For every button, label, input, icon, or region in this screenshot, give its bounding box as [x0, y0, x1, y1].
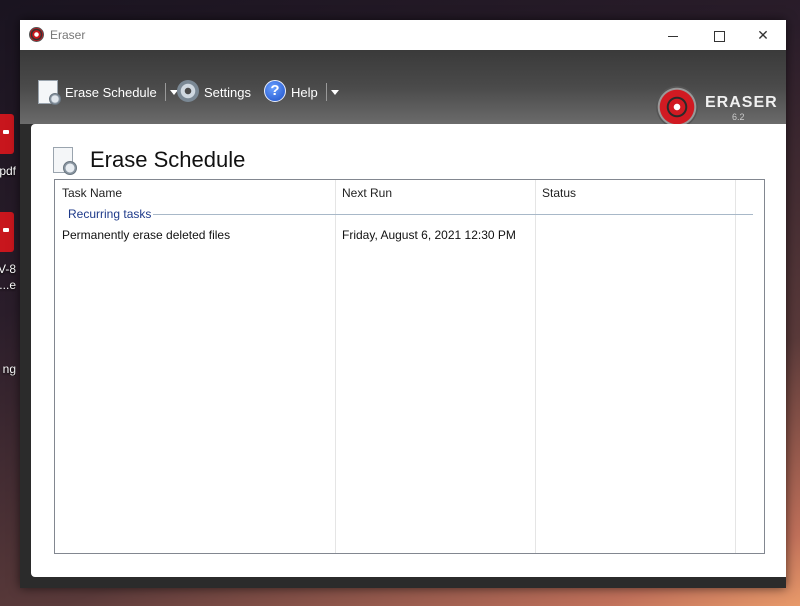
task-list[interactable]: Task Name Next Run Status Recurring task…	[54, 179, 765, 554]
task-name-cell[interactable]: Permanently erase deleted files	[55, 228, 230, 242]
main-content: Erase Schedule Task Name Next Run Status…	[31, 124, 786, 577]
column-divider[interactable]	[535, 180, 536, 553]
gear-icon-wrap	[177, 80, 201, 104]
desktop-app-icon[interactable]	[0, 212, 14, 252]
eraser-logo-icon	[656, 86, 698, 128]
column-header-task-name[interactable]: Task Name	[55, 180, 335, 206]
settings-label: Settings	[204, 84, 251, 100]
desktop-pdf-icon[interactable]	[0, 114, 14, 154]
next-run-cell[interactable]: Friday, August 6, 2021 12:30 PM	[335, 228, 516, 242]
help-icon: ?	[264, 80, 286, 102]
logo-name: ERASER	[705, 94, 778, 111]
window-title: Eraser	[50, 28, 86, 42]
group-header[interactable]: Recurring tasks	[68, 207, 151, 221]
title-bar[interactable]: Eraser ✕	[20, 20, 786, 50]
toolbar: Erase Schedule Settings ? Help ERASER 6.…	[20, 50, 786, 128]
erase-schedule-label: Erase Schedule	[65, 84, 157, 100]
schedule-page-icon	[53, 147, 77, 175]
help-label: Help	[291, 84, 318, 100]
desktop-label: pdf	[0, 164, 16, 178]
desktop-label: ng	[2, 362, 16, 376]
logo-version: 6.2	[732, 112, 745, 122]
toolbar-separator	[164, 83, 166, 101]
eraser-app-icon	[29, 27, 44, 42]
help-icon-wrap: ?	[264, 80, 288, 104]
schedule-icon-wrap	[38, 80, 62, 105]
settings-button[interactable]: Settings	[177, 80, 251, 104]
maximize-button[interactable]	[696, 20, 742, 50]
close-icon: ✕	[757, 27, 769, 43]
eraser-window: Eraser ✕ Erase Schedule Settings ? Help …	[20, 20, 786, 588]
minimize-icon	[668, 35, 678, 37]
erase-schedule-button[interactable]: Erase Schedule	[38, 80, 178, 105]
chevron-down-icon[interactable]	[330, 89, 339, 95]
gear-icon	[177, 80, 199, 102]
column-divider[interactable]	[735, 180, 736, 553]
toolbar-separator	[325, 83, 327, 101]
minimize-button[interactable]	[650, 20, 696, 50]
maximize-icon	[713, 30, 725, 42]
group-divider	[153, 214, 753, 215]
schedule-icon	[38, 80, 61, 105]
page-title: Erase Schedule	[90, 147, 246, 172]
desktop-label: V-8	[0, 262, 16, 276]
column-header-status[interactable]: Status	[535, 180, 735, 206]
help-button[interactable]: ? Help	[264, 80, 339, 104]
desktop-label: e...	[0, 278, 16, 292]
close-button[interactable]: ✕	[740, 20, 786, 50]
column-header-next-run[interactable]: Next Run	[335, 180, 535, 206]
